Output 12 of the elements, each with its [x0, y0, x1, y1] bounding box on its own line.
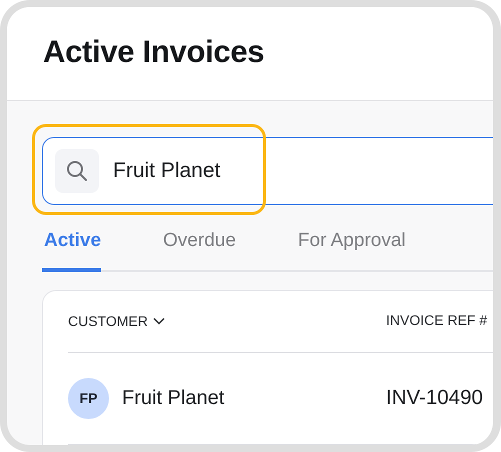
page-title: Active Invoices [43, 33, 266, 70]
tab[interactable]: For Approval [296, 227, 406, 272]
column-header[interactable]: CUSTOMER [68, 310, 148, 332]
tab[interactable]: Overdue [161, 227, 236, 272]
search-field[interactable]: Fruit Planet [113, 155, 313, 187]
table-cell-text: Fruit Planet [122, 386, 224, 411]
table-cell-text: INV-10490 [386, 384, 483, 411]
chevron-down-icon[interactable] [152, 317, 165, 325]
avatar: FP [68, 378, 109, 418]
tab[interactable]: Active [42, 227, 102, 272]
column-header: INVOICE REF # [386, 312, 488, 328]
search-icon [55, 149, 99, 193]
